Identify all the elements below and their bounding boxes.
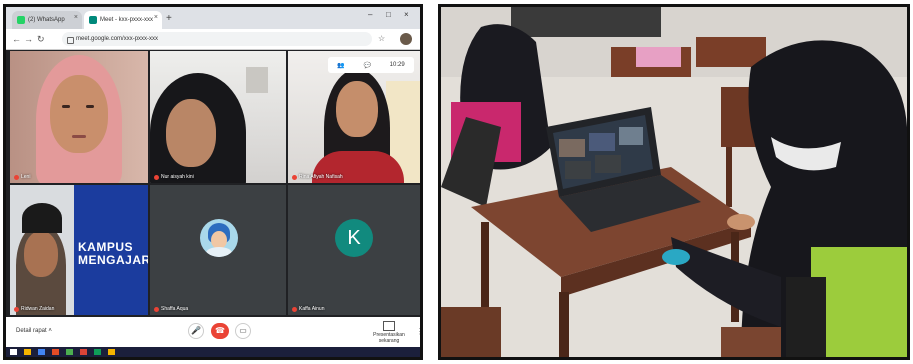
forward-icon[interactable]: →: [24, 34, 33, 44]
lock-icon: [67, 37, 74, 44]
mic-off-icon: [292, 174, 297, 180]
avatar: [200, 219, 238, 257]
mic-off-icon: [292, 306, 297, 312]
participant-tile[interactable]: K Kaffa Ainun: [288, 185, 420, 315]
taskbar-icon[interactable]: [66, 349, 73, 355]
taskbar-icon[interactable]: [80, 349, 87, 355]
start-icon[interactable]: [10, 349, 17, 355]
close-icon[interactable]: ×: [74, 14, 78, 21]
taskbar-icon[interactable]: [94, 349, 101, 355]
meeting-toolbar: 👥 💬 10:29: [328, 57, 414, 73]
avatar: K: [335, 219, 373, 257]
mic-icon[interactable]: 🎤: [188, 323, 204, 339]
back-icon[interactable]: ←: [12, 34, 21, 44]
star-icon[interactable]: ☆: [378, 34, 385, 43]
meet-screenshot-panel: (2) WhatsApp × Meet - kxx-pxxx-xxx × + –…: [3, 4, 423, 360]
participant-name: Ridwan Zaidan: [14, 306, 54, 312]
taskbar-icon[interactable]: [52, 349, 59, 355]
tab-meet[interactable]: Meet - kxx-pxxx-xxx ×: [84, 11, 162, 29]
participant-name: Kaffa Ainun: [292, 306, 325, 312]
windows-taskbar: [6, 347, 420, 357]
participant-name: Rina Afiyah Nafisah: [292, 174, 343, 180]
address-bar: ← → ↻ meet.google.com/xxx-pxxx-xxx ☆: [6, 29, 420, 50]
taskbar-icon[interactable]: [38, 349, 45, 355]
participant-tile[interactable]: Shaffa Aqua: [150, 185, 286, 315]
more-options-icon[interactable]: ⋮: [416, 327, 420, 336]
maximize-button[interactable]: □: [386, 10, 391, 19]
present-now-button[interactable]: Presentasikan sekarang: [364, 321, 414, 344]
meet-icon: [89, 16, 97, 24]
profile-avatar[interactable]: [400, 33, 412, 45]
new-tab-button[interactable]: +: [166, 13, 172, 24]
meeting-details-button[interactable]: Detail rapat ˄: [16, 328, 52, 334]
participant-name: Shaffa Aqua: [154, 306, 188, 312]
camera-icon[interactable]: ▭: [235, 323, 251, 339]
present-icon: [383, 321, 395, 331]
people-icon[interactable]: 👥: [337, 62, 344, 69]
taskbar-icon[interactable]: [108, 349, 115, 355]
mic-off-icon: [14, 174, 19, 180]
participant-tile[interactable]: Leni: [10, 51, 148, 183]
mic-off-icon: [14, 306, 19, 312]
participant-tile[interactable]: Nur aisyah kini: [150, 51, 286, 183]
participant-name: Leni: [14, 174, 30, 180]
close-window-button[interactable]: ×: [404, 10, 409, 19]
chat-icon[interactable]: 💬: [363, 62, 370, 69]
clock-readout: 10:29: [389, 62, 405, 68]
tab-whatsapp[interactable]: (2) WhatsApp ×: [12, 11, 82, 29]
banner-text: KAMPUS MENGAJAR: [78, 240, 148, 267]
minimize-button[interactable]: –: [368, 10, 372, 19]
taskbar-icon[interactable]: [24, 349, 31, 355]
participant-name: Nur aisyah kini: [154, 174, 194, 180]
participant-tile[interactable]: 👥 💬 10:29 Rina Afiyah Nafisah: [288, 51, 420, 183]
whatsapp-icon: [17, 16, 25, 24]
browser-tab-bar: (2) WhatsApp × Meet - kxx-pxxx-xxx × + –…: [6, 7, 420, 29]
participant-tile[interactable]: KAMPUS MENGAJAR Ridwan Zaidan: [10, 185, 148, 315]
mic-off-icon: [154, 306, 159, 312]
tab-label: Meet - kxx-pxxx-xxx: [100, 17, 154, 23]
end-call-button[interactable]: ☎: [211, 323, 229, 339]
close-icon[interactable]: ×: [154, 14, 158, 21]
tab-label: (2) WhatsApp: [28, 17, 65, 23]
reload-icon[interactable]: ↻: [37, 34, 45, 45]
url-field[interactable]: meet.google.com/xxx-pxxx-xxx: [62, 32, 372, 46]
classroom-scene: [441, 7, 907, 357]
meet-bottom-bar: Detail rapat ˄ 🎤 ☎ ▭ Presentasikan sekar…: [6, 317, 420, 347]
mic-off-icon: [154, 174, 159, 180]
classroom-photo: [438, 4, 910, 360]
